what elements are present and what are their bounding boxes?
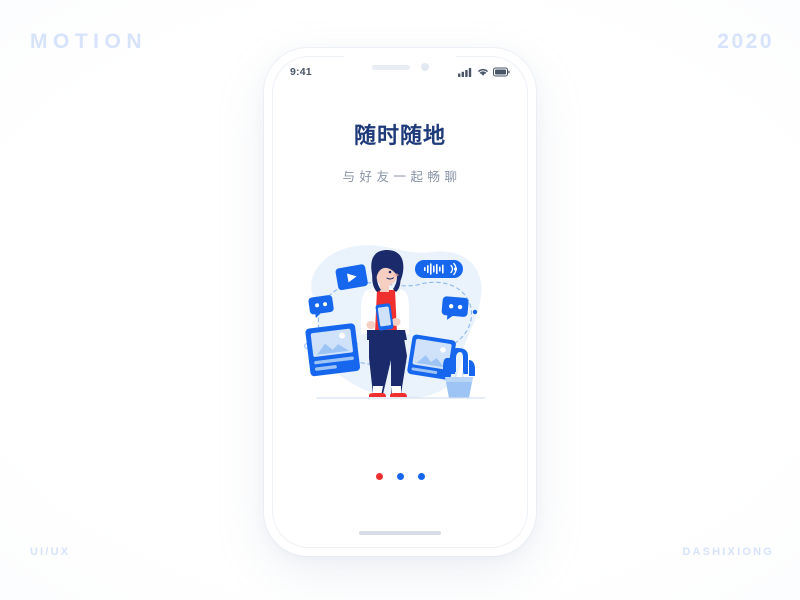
battery-icon [493,67,510,77]
photo-card-right [407,334,456,380]
hero-heading-block: 随时随地 与好友一起畅聊 [272,118,528,185]
corner-label-uiux: UI/UX [30,546,71,558]
status-icon-group [458,67,510,77]
photo-card-left [305,323,361,377]
corner-label-author: DASHIXIONG [682,546,774,558]
voice-message-bubble [415,260,463,278]
phone-notch [344,56,456,78]
poster-canvas: MOTION 2020 UI/UX DASHIXIONG 9:41 随时随地 与… [0,0,800,600]
status-time: 9:41 [290,66,312,78]
page-title: 随时随地 [353,123,446,148]
corner-label-motion: MOTION [30,30,147,53]
pagination-dots[interactable] [272,473,528,480]
wifi-icon [478,68,488,76]
front-camera-icon [420,63,429,71]
chat-anywhere-illustration [295,234,505,414]
page-subtitle: 与好友一起畅聊 [342,170,462,184]
phone-mockup: 9:41 随时随地 与好友一起畅聊 [264,48,536,556]
speaker-slot-icon [371,64,410,70]
page-dot-3[interactable] [417,473,425,480]
signal-icon [458,68,472,77]
page-dot-1[interactable] [375,473,383,480]
phone-screen: 9:41 随时随地 与好友一起畅聊 [272,56,528,548]
home-indicator[interactable] [359,531,441,535]
corner-label-year: 2020 [717,30,774,53]
page-dot-2[interactable] [396,473,404,480]
